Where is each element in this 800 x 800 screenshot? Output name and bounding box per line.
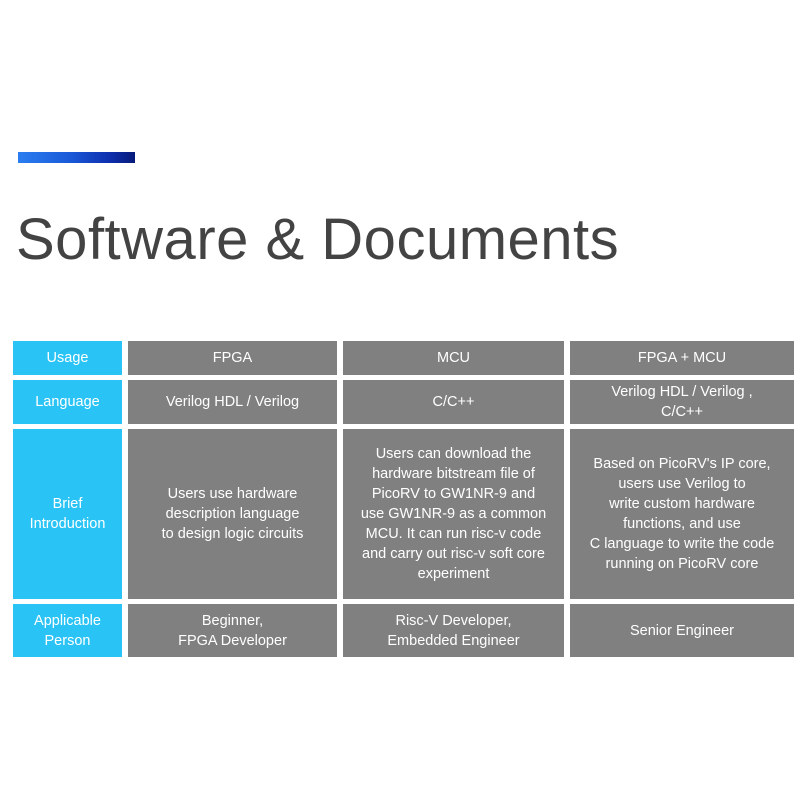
cell-usage-fpga: FPGA: [128, 341, 337, 375]
table-row: Brief Introduction Users use hardware de…: [13, 429, 794, 599]
cell-language-mcu: C/C++: [343, 380, 564, 424]
cell-text: Users use hardware description language …: [161, 486, 304, 542]
row-header-label: Applicable Person: [34, 612, 101, 649]
cell-text: Based on PicoRV's IP core, users use Ver…: [589, 456, 775, 572]
slide-page: Software & Documents Usage FPGA MCU FPGA…: [0, 0, 800, 800]
comparison-table: Usage FPGA MCU FPGA + MCU Language Veril…: [13, 341, 794, 657]
table-row: Language Verilog HDL / Verilog C/C++ Ver…: [13, 380, 794, 424]
cell-person-fpga: Beginner, FPGA Developer: [128, 604, 337, 657]
cell-text: Verilog HDL / Verilog , C/C++: [611, 384, 753, 420]
accent-bar: [18, 152, 135, 163]
cell-text: C/C++: [432, 394, 475, 410]
page-title: Software & Documents: [16, 207, 620, 272]
row-header-usage: Usage: [13, 341, 122, 375]
row-header-brief-introduction: Brief Introduction: [13, 429, 122, 599]
cell-text: MCU: [436, 350, 471, 366]
row-header-language: Language: [13, 380, 122, 424]
cell-text: Risc-V Developer, Embedded Engineer: [387, 612, 520, 649]
cell-text: FPGA: [212, 350, 253, 366]
cell-language-fpga-mcu: Verilog HDL / Verilog , C/C++: [570, 380, 794, 424]
row-header-applicable-person: Applicable Person: [13, 604, 122, 657]
row-header-label: Usage: [46, 350, 89, 366]
cell-brief-fpga-mcu: Based on PicoRV's IP core, users use Ver…: [570, 429, 794, 599]
table-row: Applicable Person Beginner, FPGA Develop…: [13, 604, 794, 657]
row-header-label: Language: [35, 394, 100, 410]
cell-text: Users can download the hardware bitstrea…: [360, 446, 547, 582]
table-row: Usage FPGA MCU FPGA + MCU: [13, 341, 794, 375]
cell-brief-mcu: Users can download the hardware bitstrea…: [343, 429, 564, 599]
cell-text: Verilog HDL / Verilog: [165, 394, 300, 410]
cell-language-fpga: Verilog HDL / Verilog: [128, 380, 337, 424]
cell-text: Senior Engineer: [630, 622, 734, 639]
row-header-label: Brief Introduction: [29, 496, 106, 532]
cell-usage-mcu: MCU: [343, 341, 564, 375]
cell-person-fpga-mcu: Senior Engineer: [570, 604, 794, 657]
cell-text: Beginner, FPGA Developer: [178, 612, 287, 649]
cell-brief-fpga: Users use hardware description language …: [128, 429, 337, 599]
cell-text: FPGA + MCU: [637, 350, 727, 366]
cell-person-mcu: Risc-V Developer, Embedded Engineer: [343, 604, 564, 657]
cell-usage-fpga-mcu: FPGA + MCU: [570, 341, 794, 375]
